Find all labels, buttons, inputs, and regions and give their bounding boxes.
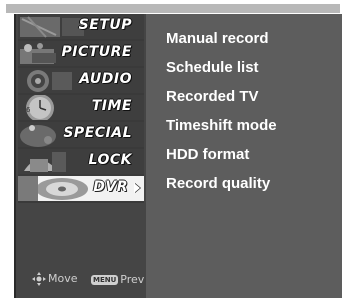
prev-hint-label: Prev [120,273,145,286]
sidebar-menu: SETUP PICTURE AUDIO 6 TIME SPECIAL LOCK … [14,14,146,298]
sidebar-item-label: AUDIO [79,71,132,87]
chevron-right-icon [134,183,140,193]
sidebar-item-audio[interactable]: AUDIO [18,68,144,95]
move-hint: Move [32,272,78,286]
sidebar-item-special[interactable]: SPECIAL [18,122,144,149]
move-arrows-icon [32,272,46,286]
submenu-item-schedule-list[interactable]: Schedule list [166,59,259,76]
svg-text:6: 6 [26,106,31,114]
sidebar-item-picture[interactable]: PICTURE [18,41,144,68]
sidebar-item-lock[interactable]: LOCK [18,149,144,176]
submenu-item-hdd-format[interactable]: HDD format [166,146,249,163]
dvr-submenu-panel: Manual record Schedule list Recorded TV … [146,14,342,298]
prev-hint: MENU Prev [91,273,144,286]
sidebar-item-setup[interactable]: SETUP [18,14,144,41]
sidebar-item-label: SETUP [78,17,132,33]
submenu-item-record-quality[interactable]: Record quality [166,175,270,192]
submenu-item-recorded-tv[interactable]: Recorded TV [166,88,259,105]
sidebar-item-label: PICTURE [61,44,132,60]
move-hint-label: Move [48,272,78,285]
submenu-item-timeshift-mode[interactable]: Timeshift mode [166,117,277,134]
menu-button-icon: MENU [91,275,119,285]
tv-menu-frame: SETUP PICTURE AUDIO 6 TIME SPECIAL LOCK … [0,0,342,299]
top-bar [6,4,340,13]
sidebar-item-label: DVR [93,179,128,195]
sidebar-item-time[interactable]: 6 TIME [18,95,144,122]
sidebar-item-label: TIME [91,98,132,114]
sidebar-item-dvr[interactable]: DVR [18,176,144,203]
submenu-item-manual-record[interactable]: Manual record [166,30,269,47]
sidebar-item-label: SPECIAL [63,125,132,141]
sidebar-item-label: LOCK [88,152,132,168]
